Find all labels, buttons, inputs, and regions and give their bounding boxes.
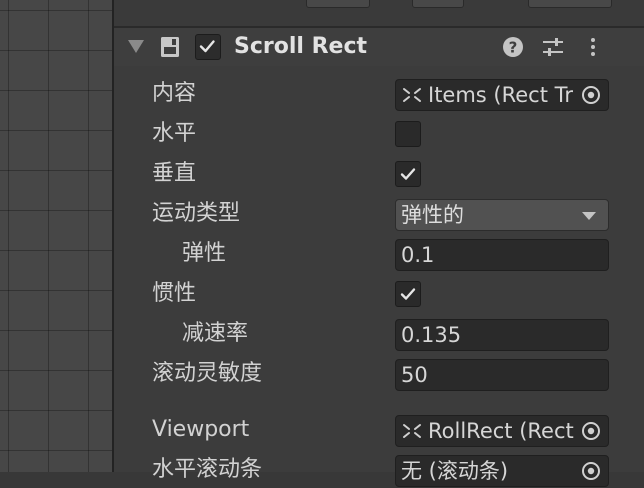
property-label: 水平滚动条: [152, 457, 263, 482]
footer-button[interactable]: [412, 0, 464, 8]
object-picker-icon[interactable]: [580, 84, 602, 106]
property-label: 惯性: [152, 281, 197, 306]
footer-button[interactable]: [306, 0, 370, 8]
checkmark-icon: [199, 40, 215, 53]
inertia-checkbox[interactable]: [395, 281, 421, 307]
vertical-checkbox[interactable]: [395, 161, 421, 187]
movement-type-dropdown[interactable]: 弹性的: [395, 199, 609, 231]
sliders-icon[interactable]: [540, 34, 566, 60]
chevron-down-icon: [582, 212, 596, 220]
horizontal-checkbox[interactable]: [395, 121, 421, 147]
property-label: 滚动灵敏度: [152, 361, 263, 386]
checkmark-icon: [400, 168, 416, 180]
deceleration-rate-field[interactable]: 0.135: [395, 319, 609, 351]
component-enabled-checkbox[interactable]: [195, 34, 221, 60]
property-label: 内容: [152, 81, 197, 106]
scroll-sensitivity-field[interactable]: 50: [395, 359, 609, 391]
property-label: 垂直: [152, 161, 197, 186]
property-row-horizontal-scrollbar: 水平滚动条 无 (滚动条): [114, 452, 644, 488]
property-label: 弹性: [182, 241, 227, 266]
scroll-rect-component-icon: [161, 37, 179, 57]
kebab-menu-icon[interactable]: [580, 34, 606, 60]
property-row-elasticity: 弹性 0.1: [114, 236, 644, 272]
svg-text:?: ?: [509, 39, 518, 57]
content-object-field[interactable]: Items (Rect Transform): [395, 79, 609, 111]
property-label: 水平: [152, 121, 197, 146]
horizontal-scrollbar-object-field[interactable]: 无 (滚动条): [395, 455, 609, 487]
property-row-scroll-sensitivity: 滚动灵敏度 50: [114, 356, 644, 392]
previous-component-footer: [114, 0, 644, 26]
rect-transform-icon: [403, 88, 421, 102]
object-picker-icon[interactable]: [580, 420, 602, 442]
property-label: Viewport: [152, 417, 250, 442]
property-row-deceleration-rate: 减速率 0.135: [114, 316, 644, 352]
property-row-movement-type: 运动类型 弹性的: [114, 196, 644, 232]
scene-view-grid[interactable]: [0, 0, 112, 472]
property-row-viewport: Viewport RollRect (Rect Transform): [114, 412, 644, 448]
elasticity-field[interactable]: 0.1: [395, 239, 609, 271]
property-row-content: 内容 Items (Rect Transform): [114, 76, 644, 112]
triangle-down-icon[interactable]: [128, 40, 144, 53]
footer-button[interactable]: [528, 0, 612, 8]
property-row-inertia: 惯性: [114, 276, 644, 312]
property-row-vertical: 垂直: [114, 156, 644, 192]
checkmark-icon: [400, 288, 416, 300]
help-icon[interactable]: ?: [500, 34, 526, 60]
component-header[interactable]: Scroll Rect ?: [114, 28, 644, 66]
rect-transform-icon: [403, 424, 421, 438]
viewport-object-field[interactable]: RollRect (Rect Transform): [395, 415, 609, 447]
object-picker-icon[interactable]: [580, 460, 602, 482]
inspector-panel: Scroll Rect ? 内容 Items (Rect Transform): [114, 0, 644, 487]
property-row-horizontal: 水平: [114, 116, 644, 152]
component-title: Scroll Rect: [234, 34, 368, 59]
property-label: 减速率: [182, 321, 249, 346]
property-label: 运动类型: [152, 201, 241, 226]
